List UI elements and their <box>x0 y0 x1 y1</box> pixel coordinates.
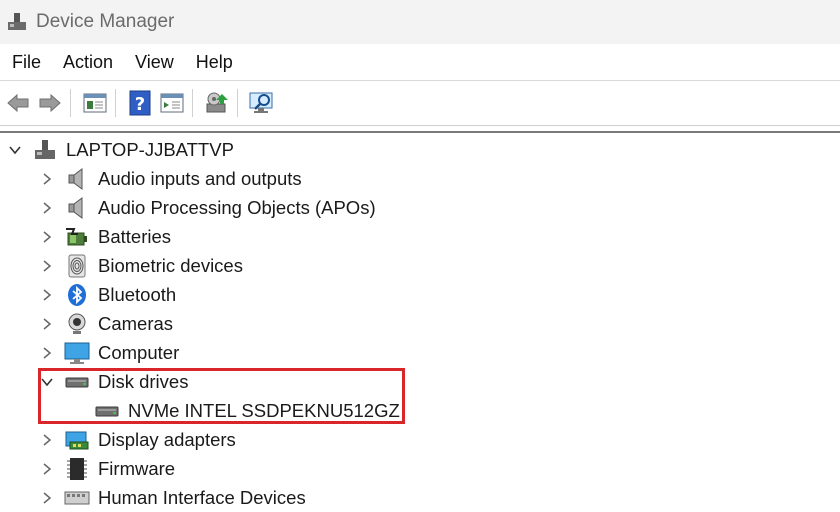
show-pane-button[interactable] <box>158 89 186 117</box>
toolbar-separator <box>115 89 116 117</box>
bluetooth-icon <box>64 282 90 308</box>
chevron-right-icon[interactable] <box>40 346 54 360</box>
tree-category-apos[interactable]: Audio Processing Objects (APOs) <box>40 193 376 222</box>
tree-root-label: LAPTOP-JJBATTVP <box>66 138 234 160</box>
computer-tower-icon <box>32 137 58 163</box>
tree-category-hid[interactable]: Human Interface Devices <box>40 483 306 512</box>
tree-category-label: Display adapters <box>98 428 236 450</box>
update-driver-icon <box>206 92 228 113</box>
chevron-right-icon[interactable] <box>40 259 54 273</box>
tree-category-label: Bluetooth <box>98 283 177 305</box>
tree-category-label: Human Interface Devices <box>98 486 306 508</box>
chevron-right-icon[interactable] <box>40 172 54 186</box>
back-arrow-icon <box>7 93 29 113</box>
tree-category-label: Audio Processing Objects (APOs) <box>98 196 376 218</box>
menu-view[interactable]: View <box>125 52 184 73</box>
chevron-right-icon[interactable] <box>40 201 54 215</box>
hid-keyboard-icon <box>64 485 90 511</box>
title-bar: Device Manager <box>0 0 840 44</box>
toolbar-separator <box>70 89 71 117</box>
help-button[interactable]: ? <box>126 89 154 117</box>
tree-category-label: Firmware <box>98 457 176 479</box>
update-driver-button[interactable] <box>203 89 231 117</box>
menu-help[interactable]: Help <box>186 52 243 73</box>
menu-action[interactable]: Action <box>53 52 123 73</box>
tree-category-label: Batteries <box>98 225 172 247</box>
highlight-box <box>38 368 405 424</box>
fingerprint-icon <box>64 253 90 279</box>
toolbar-separator <box>237 89 238 117</box>
window-title: Device Manager <box>36 11 175 32</box>
toolbar-separator <box>192 89 193 117</box>
forward-arrow-icon <box>39 93 61 113</box>
forward-button[interactable] <box>36 89 64 117</box>
monitor-icon <box>64 340 90 366</box>
tree-category-audio-inputs[interactable]: Audio inputs and outputs <box>40 164 302 193</box>
firmware-chip-icon <box>64 456 90 482</box>
scan-hardware-icon <box>249 92 273 113</box>
battery-icon <box>64 224 90 250</box>
show-pane-icon <box>160 93 184 113</box>
chevron-right-icon[interactable] <box>40 288 54 302</box>
chevron-right-icon[interactable] <box>40 433 54 447</box>
tree-category-label: Biometric devices <box>98 254 243 276</box>
tree-root-node[interactable]: LAPTOP-JJBATTVP <box>8 135 234 164</box>
device-tree: LAPTOP-JJBATTVP Audio inputs and outputs… <box>0 131 840 508</box>
chevron-right-icon[interactable] <box>40 462 54 476</box>
chevron-right-icon[interactable] <box>40 491 54 505</box>
speaker-icon <box>64 166 90 192</box>
tree-category-biometric[interactable]: Biometric devices <box>40 251 243 280</box>
properties-pane-button[interactable] <box>81 89 109 117</box>
back-button[interactable] <box>4 89 32 117</box>
toolbar: ? <box>0 81 840 126</box>
tree-category-bluetooth[interactable]: Bluetooth <box>40 280 176 309</box>
tree-category-cameras[interactable]: Cameras <box>40 309 173 338</box>
tree-category-label: Computer <box>98 341 180 363</box>
tree-category-display-adapters[interactable]: Display adapters <box>40 425 236 454</box>
webcam-icon <box>64 311 90 337</box>
tree-category-batteries[interactable]: Batteries <box>40 222 171 251</box>
tree-category-label: Cameras <box>98 312 174 334</box>
device-manager-app-icon <box>8 13 26 30</box>
tree-category-firmware[interactable]: Firmware <box>40 454 175 483</box>
svg-text:?: ? <box>135 94 145 115</box>
menu-bar: File Action View Help <box>0 44 840 81</box>
chevron-down-icon[interactable] <box>8 143 22 157</box>
chevron-right-icon[interactable] <box>40 230 54 244</box>
scan-hardware-button[interactable] <box>248 89 276 117</box>
display-adapter-icon <box>64 427 90 453</box>
speaker-icon <box>64 195 90 221</box>
tree-category-computer[interactable]: Computer <box>40 338 179 367</box>
tree-category-label: Audio inputs and outputs <box>98 167 302 189</box>
menu-file[interactable]: File <box>2 52 51 73</box>
chevron-right-icon[interactable] <box>40 317 54 331</box>
help-icon: ? <box>129 90 151 116</box>
properties-pane-icon <box>83 93 107 113</box>
